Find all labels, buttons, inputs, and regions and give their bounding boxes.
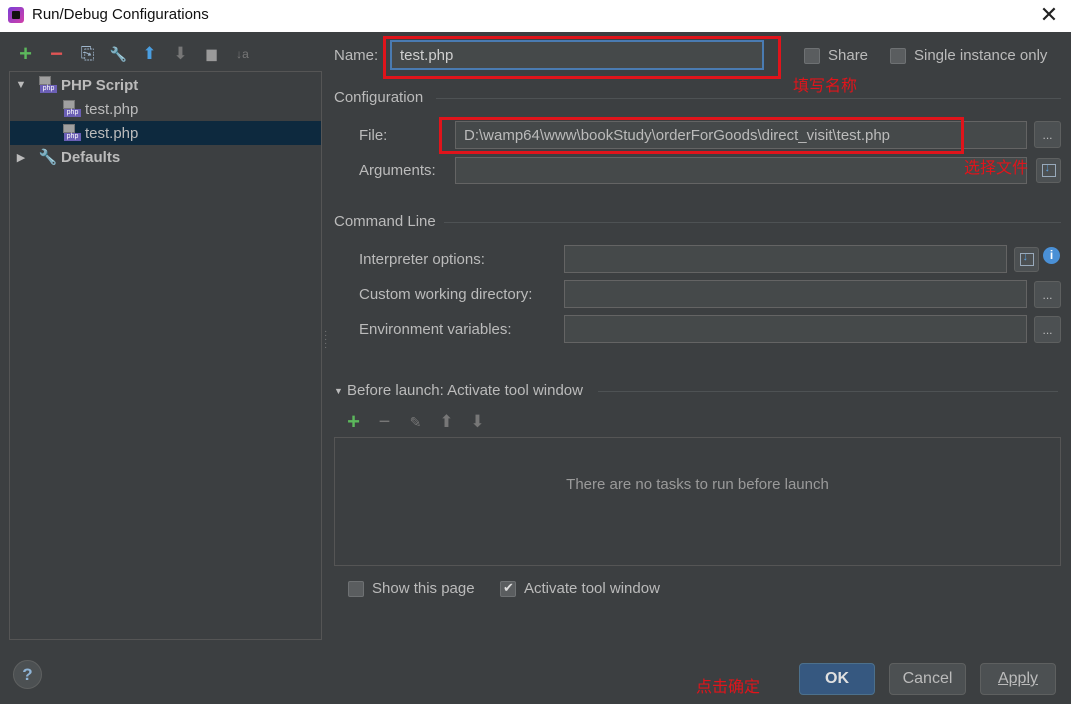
section-divider [444, 222, 1061, 223]
apply-button[interactable]: Apply [980, 663, 1056, 695]
section-divider [436, 98, 1061, 99]
name-label: Name: [334, 47, 379, 64]
wrench-icon: 🔧 [38, 149, 58, 166]
arguments-label: Arguments: [359, 162, 436, 179]
edit-task-icon[interactable]: ✎ [400, 410, 431, 434]
tree-item-php-script[interactable]: ▼ php PHP Script [10, 73, 321, 97]
name-input[interactable]: test.php [390, 40, 764, 70]
file-input[interactable]: D:\wamp64\www\bookStudy\orderForGoods\di… [455, 121, 1027, 149]
expanded-arrow-icon[interactable]: ▼ [14, 79, 28, 91]
info-icon: i [1043, 247, 1060, 264]
before-launch-toolbar: + − ✎ ⬆ ⬇ [338, 409, 493, 434]
interpreter-options-input[interactable] [564, 245, 1007, 273]
close-icon[interactable]: ✕ [1037, 2, 1061, 28]
tree-item-label: Defaults [61, 148, 121, 166]
collapsed-arrow-icon[interactable]: ▶ [14, 151, 28, 164]
section-divider [598, 391, 1058, 392]
working-directory-input[interactable] [564, 280, 1027, 308]
single-instance-checkbox[interactable] [890, 48, 906, 64]
tree-item-label: test.php [85, 124, 139, 142]
help-icon[interactable]: ? [13, 660, 42, 689]
copy-config-icon[interactable]: ⎘ [72, 42, 103, 66]
share-checkbox[interactable] [804, 48, 820, 64]
working-directory-label: Custom working directory: [359, 286, 533, 303]
remove-config-icon[interactable]: − [41, 41, 72, 66]
browse-directory-button[interactable]: ... [1034, 281, 1061, 308]
activate-tool-window-checkbox[interactable] [500, 580, 516, 597]
move-task-down-icon[interactable]: ⬇ [462, 410, 493, 434]
annotation-click-ok: 点击确定 [696, 679, 761, 696]
before-launch-tasks-list[interactable]: There are no tasks to run before launch [334, 437, 1061, 566]
empty-tasks-message: There are no tasks to run before launch [566, 476, 829, 493]
remove-task-icon[interactable]: − [369, 410, 400, 434]
phpstorm-app-icon [8, 7, 24, 23]
tree-item-defaults[interactable]: ▶ 🔧 Defaults [10, 145, 321, 169]
environment-variables-input[interactable] [564, 315, 1027, 343]
sort-icon[interactable]: ↓a [227, 42, 258, 66]
share-label: Share [828, 47, 869, 64]
tree-item-label: PHP Script [61, 76, 139, 94]
splitter-handle[interactable]: · · · · · [324, 327, 327, 353]
before-launch-header[interactable]: Before launch: Activate tool window [347, 382, 583, 399]
folder-icon[interactable]: ▆ [196, 42, 227, 66]
move-task-up-icon[interactable]: ⬆ [431, 410, 462, 434]
add-config-icon[interactable]: + [10, 41, 41, 66]
command-line-header: Command Line [334, 213, 436, 230]
tree-item-test-php-2[interactable]: php test.php [10, 121, 321, 145]
cancel-button[interactable]: Cancel [889, 663, 966, 695]
annotation-fill-name: 填写名称 [793, 78, 858, 95]
collapse-arrow-icon[interactable]: ▼ [334, 386, 343, 396]
php-file-icon: php [62, 99, 82, 119]
annotation-choose-file: 选择文件 [964, 160, 1029, 177]
tree-item-label: test.php [85, 100, 139, 118]
show-page-label: Show this page [372, 580, 475, 597]
expand-interpreter-icon[interactable] [1014, 247, 1039, 272]
tree-item-test-php-1[interactable]: php test.php [10, 97, 321, 121]
add-task-icon[interactable]: + [338, 409, 369, 434]
edit-env-button[interactable]: ... [1034, 316, 1061, 343]
expand-arguments-icon[interactable] [1036, 158, 1061, 183]
configuration-header: Configuration [334, 89, 424, 106]
file-label: File: [359, 127, 388, 144]
move-up-icon[interactable]: ⬆ [134, 42, 165, 66]
activate-tool-window-label: Activate tool window [524, 580, 660, 597]
php-file-icon: php [62, 123, 82, 143]
php-script-icon: php [38, 75, 58, 95]
browse-file-button[interactable]: ... [1034, 121, 1061, 148]
arguments-input[interactable] [455, 157, 1027, 184]
config-tree[interactable]: ▼ php PHP Script php test.php php test.p… [9, 71, 322, 640]
ok-button[interactable]: OK [799, 663, 875, 695]
single-instance-label: Single instance only [914, 47, 1048, 64]
config-toolbar: + − ⎘ 🔧 ⬆ ⬇ ▆ ↓a [10, 41, 258, 68]
show-page-checkbox[interactable] [348, 581, 364, 597]
window-title: Run/Debug Configurations [32, 6, 209, 23]
interpreter-options-label: Interpreter options: [359, 251, 485, 268]
edit-defaults-icon[interactable]: 🔧 [103, 42, 134, 66]
environment-variables-label: Environment variables: [359, 321, 512, 338]
move-down-icon[interactable]: ⬇ [165, 42, 196, 66]
title-bar: Run/Debug Configurations ✕ [0, 0, 1071, 32]
